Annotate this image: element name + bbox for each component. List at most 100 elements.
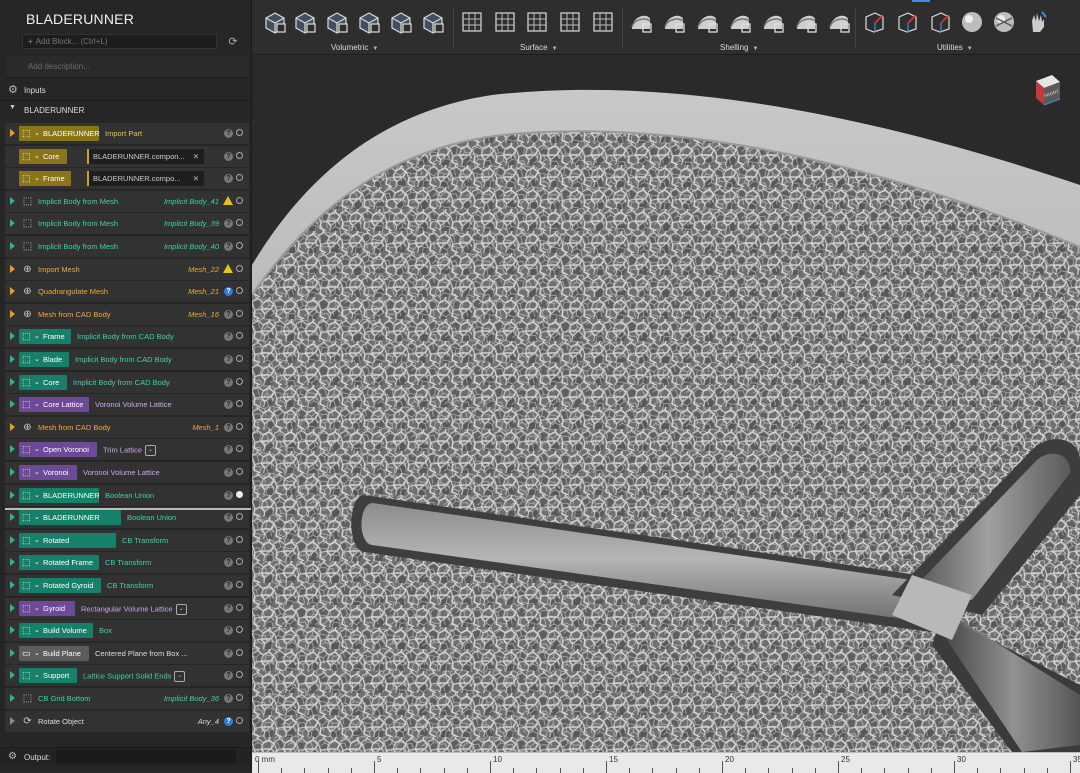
block-row[interactable]: ⬚ ⌄ Blade Implicit Body from CAD Body?	[5, 349, 249, 370]
clear-icon[interactable]: ✕	[193, 149, 199, 164]
chevron-down-icon[interactable]: ⌄	[34, 510, 40, 525]
play-triangle-icon[interactable]	[10, 219, 15, 228]
block-row[interactable]: ⬚ ⌄ Rotated Frame CB Transform?	[5, 552, 249, 574]
help-icon[interactable]: ?	[224, 581, 233, 590]
block-name-tag[interactable]: ⬚ ⌄ Build Volume	[19, 623, 93, 639]
block-row[interactable]: ⬚ ⌄ Voronoi Voronoi Volume Lattice?	[5, 462, 249, 483]
play-triangle-icon[interactable]	[10, 355, 15, 363]
block-row[interactable]: ⊕ Import Mesh Mesh_22	[5, 258, 249, 280]
block-row[interactable]: ⬚⌄Rotated Bladerunner CB Transform?	[5, 529, 249, 560]
hand-icon[interactable]	[1024, 9, 1050, 35]
wave-surface-icon[interactable]	[524, 9, 550, 35]
play-triangle-icon[interactable]	[10, 694, 15, 702]
dropdown-icon[interactable]: ⌄	[144, 445, 156, 457]
shell-panel-icon[interactable]	[760, 9, 786, 35]
help-icon[interactable]: ?	[224, 694, 233, 703]
play-triangle-icon[interactable]	[10, 716, 15, 725]
visibility-toggle[interactable]	[236, 151, 243, 159]
hex-surface-icon[interactable]	[590, 9, 616, 35]
play-triangle-icon[interactable]	[10, 196, 15, 205]
block-name-tag[interactable]: ⬚ ⌄ Rotated Frame	[19, 555, 99, 571]
frame-lattice-icon[interactable]	[420, 9, 446, 35]
help-icon[interactable]: ?	[224, 287, 233, 297]
section-header[interactable]: ▼ BLADERUNNER	[0, 102, 251, 118]
help-icon[interactable]: ?	[224, 648, 233, 658]
block-row[interactable]: ⬚ ⌄ Frame Implicit Body from CAD Body?	[5, 326, 249, 348]
shell-cap-icon[interactable]	[661, 9, 687, 35]
block-row[interactable]: ⬚ CB Grid Bottom Implicit Body_36?	[5, 688, 249, 709]
visibility-toggle[interactable]	[236, 648, 243, 656]
block-name-tag[interactable]: ⬚ ⌄ Blade	[19, 352, 69, 367]
visibility-toggle[interactable]	[236, 129, 243, 136]
visibility-toggle[interactable]	[236, 535, 243, 543]
help-icon[interactable]: ?	[224, 151, 233, 161]
shell-hex-icon[interactable]	[826, 9, 852, 35]
help-icon[interactable]: ?	[224, 422, 233, 432]
block-row[interactable]: ⬚ ⌄ Support Lattice Support Solid Ends ⌄?	[5, 665, 249, 687]
play-triangle-icon[interactable]	[10, 422, 15, 431]
block-row[interactable]: ⬚ Implicit Body from Mesh Implicit Body_40…	[5, 236, 249, 257]
play-triangle-icon[interactable]	[10, 603, 15, 612]
play-triangle-icon[interactable]	[10, 581, 15, 589]
help-icon[interactable]: ?	[224, 129, 233, 138]
chevron-down-icon[interactable]: ⌄	[34, 668, 40, 683]
help-icon[interactable]: ?	[224, 219, 233, 229]
help-icon[interactable]: ?	[224, 603, 233, 613]
visibility-toggle[interactable]	[236, 490, 243, 498]
play-triangle-icon[interactable]	[10, 445, 15, 454]
help-icon[interactable]: ?	[224, 468, 233, 477]
group-utilities[interactable]: Utilities ▼	[937, 43, 973, 52]
help-icon[interactable]: ?	[224, 535, 233, 545]
group-volumetric[interactable]: Volumetric ▼	[331, 43, 378, 52]
strut-icon[interactable]	[292, 9, 318, 35]
chevron-down-icon[interactable]: ⌄	[34, 465, 40, 480]
block-name-tag[interactable]: ⬚ ⌄ BLADERUNNER	[19, 126, 100, 141]
visibility-toggle[interactable]	[236, 558, 243, 566]
chevron-down-icon[interactable]: ⌄	[34, 397, 40, 412]
add-block-input[interactable]: + Add Block... (Ctrl+L)	[22, 34, 217, 49]
block-row[interactable]: ⊕ Mesh from CAD Body Mesh_1?	[5, 416, 249, 438]
visibility-toggle[interactable]	[236, 287, 243, 295]
visibility-toggle[interactable]	[236, 196, 243, 204]
chevron-down-icon[interactable]: ⌄	[34, 488, 40, 503]
sphere-icon[interactable]	[959, 9, 985, 35]
play-triangle-icon[interactable]	[10, 490, 15, 499]
visibility-toggle[interactable]	[236, 174, 243, 182]
component-field[interactable]: BLADERUNNER.compon... ✕	[87, 148, 204, 164]
group-shelling[interactable]: Shelling ▼	[720, 43, 758, 52]
play-triangle-icon[interactable]	[10, 671, 15, 680]
help-icon[interactable]: ?	[224, 716, 233, 726]
block-row[interactable]: ⬚ ⌄ BLADERUNNER Import Part?	[5, 123, 249, 144]
chevron-down-icon[interactable]: ⌄	[34, 352, 40, 367]
play-triangle-icon[interactable]	[10, 468, 15, 476]
block-name-tag[interactable]: ⬚ ⌄ BLADERUNNER	[19, 487, 100, 503]
block-name-tag[interactable]: ⬚ ⌄ Frame	[19, 329, 71, 345]
visibility-toggle[interactable]	[236, 716, 243, 724]
shell-dome-icon[interactable]	[727, 9, 753, 35]
play-triangle-icon[interactable]	[10, 377, 15, 386]
visibility-toggle[interactable]	[236, 603, 243, 611]
block-row[interactable]: ⬚⌄BLADERUNNER Gyr... Boolean Union?	[5, 507, 249, 537]
visibility-toggle[interactable]	[236, 581, 243, 588]
block-row[interactable]: ⬚ ⌄ Core Lattice Voronoi Volume Lattice?	[5, 394, 249, 416]
help-icon[interactable]: ?	[224, 558, 233, 568]
visibility-toggle[interactable]	[236, 400, 243, 408]
visibility-toggle[interactable]	[236, 671, 243, 679]
sphere-grid-icon[interactable]	[991, 9, 1017, 35]
chevron-down-icon[interactable]: ⌄	[34, 578, 40, 593]
volume-lattice-icon[interactable]	[262, 9, 288, 35]
block-name-tag[interactable]: ⬚⌄Rotated Bladerunner	[19, 532, 116, 560]
block-row[interactable]: ⊕ Quadrangulate Mesh Mesh_21?	[5, 281, 249, 303]
play-triangle-icon[interactable]	[10, 648, 15, 657]
help-icon[interactable]: ?	[224, 242, 233, 251]
cube-lattice-icon[interactable]	[324, 9, 350, 35]
help-icon[interactable]: ?	[224, 490, 233, 500]
play-triangle-icon[interactable]	[10, 264, 15, 273]
block-name-tag[interactable]: ⬚ ⌄ Open Voronoi	[19, 442, 97, 458]
block-row[interactable]: ⬚ ⌄ Frame BLADERUNNER.compo... ✕?	[5, 168, 249, 190]
shell-icon[interactable]	[628, 9, 654, 35]
help-icon[interactable]: ?	[224, 671, 233, 681]
play-triangle-icon[interactable]	[10, 129, 15, 137]
visibility-toggle[interactable]	[236, 513, 243, 521]
block-name-tag[interactable]: ⬚ ⌄ Gyroid	[19, 600, 75, 616]
